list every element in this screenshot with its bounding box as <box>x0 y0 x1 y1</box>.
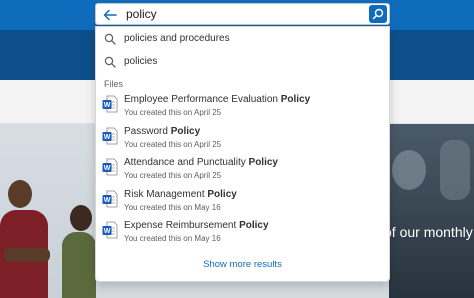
hero-image-strip <box>96 280 389 298</box>
hero-person-3 <box>392 150 426 190</box>
hero-person-2 <box>62 232 96 298</box>
hero-caption: of our monthly <box>384 224 473 240</box>
hero-person-1-arms <box>4 248 50 262</box>
file-name: Risk Management <box>124 189 208 200</box>
word-document-icon: W <box>102 158 118 176</box>
file-name-match: Policy <box>239 220 269 231</box>
file-created-text: You created this on April 25 <box>124 108 222 117</box>
word-document-icon: W <box>102 190 118 208</box>
search-input[interactable] <box>126 6 356 22</box>
file-name: Expense Reimbursement <box>124 220 240 231</box>
word-document-icon: W <box>102 221 118 239</box>
search-box <box>95 3 390 25</box>
show-more-results-link[interactable]: Show more results <box>96 259 389 270</box>
arrow-left-icon <box>103 9 117 21</box>
svg-text:W: W <box>104 197 111 204</box>
suggestion-text: policies <box>124 56 158 67</box>
file-name-match: Policy <box>207 189 237 200</box>
search-icon <box>372 8 384 20</box>
file-name-match: Policy <box>170 126 201 137</box>
file-created-text: You created this on May 16 <box>124 203 221 212</box>
suggestion-item[interactable]: policies <box>96 51 389 73</box>
word-document-icon: W <box>102 95 118 113</box>
svg-text:W: W <box>104 102 111 109</box>
file-result-item[interactable]: W Risk Management Policy You created thi… <box>96 186 389 216</box>
file-name-match: Policy <box>248 157 278 168</box>
hero-person-4 <box>440 140 470 200</box>
svg-text:W: W <box>104 165 111 172</box>
hero-person-1-head <box>8 180 32 208</box>
files-section-label: Files <box>104 79 124 89</box>
file-name-match: Policy <box>280 94 311 105</box>
svg-text:W: W <box>104 134 111 141</box>
search-icon <box>104 56 116 68</box>
file-result-item[interactable]: W Employee Performance Evaluation Policy… <box>96 91 389 121</box>
file-result-item[interactable]: W Attendance and Punctuality Policy You … <box>96 154 389 184</box>
word-document-icon: W <box>102 127 118 145</box>
file-name: Password <box>124 126 171 137</box>
search-results-dropdown: policies and procedures policies Files W… <box>95 26 390 282</box>
hero-person-2-head <box>70 205 92 231</box>
search-submit-button[interactable] <box>369 5 387 23</box>
back-button[interactable] <box>101 6 119 24</box>
file-created-text: You created this on April 25 <box>124 171 222 180</box>
file-name: Employee Performance Evaluation <box>124 94 281 105</box>
file-created-text: You created this on April 25 <box>124 140 222 149</box>
svg-text:W: W <box>104 228 111 235</box>
file-result-item[interactable]: W Expense Reimbursement Policy You creat… <box>96 217 389 247</box>
file-result-item[interactable]: W Password Policy You created this on Ap… <box>96 123 389 153</box>
search-icon <box>104 33 116 45</box>
file-name: Attendance and Punctuality <box>124 157 249 168</box>
suggestion-text: policies and procedures <box>124 33 230 44</box>
suggestion-item[interactable]: policies and procedures <box>96 28 389 50</box>
file-created-text: You created this on May 16 <box>124 234 221 243</box>
